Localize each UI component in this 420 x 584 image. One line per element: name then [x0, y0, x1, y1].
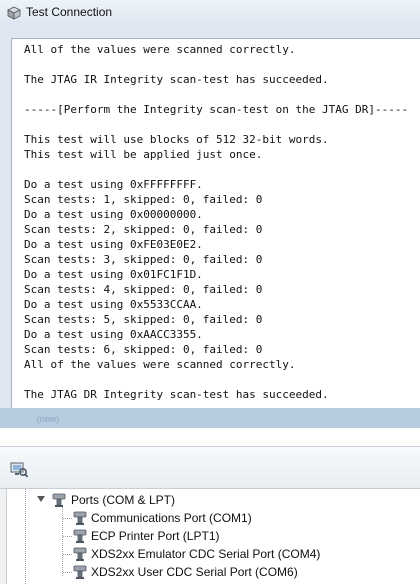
- tree-item-com6[interactable]: XDS2xx User CDC Serial Port (COM6): [7, 563, 347, 581]
- log-line: Scan tests: 1, skipped: 0, failed: 0: [24, 193, 263, 206]
- taskbar-strip: (new): [0, 408, 420, 428]
- log-line: Do a test using 0xFE03E0E2.: [24, 238, 203, 251]
- dialog-title: Test Connection: [26, 5, 113, 19]
- log-line: Scan tests: 2, skipped: 0, failed: 0: [24, 223, 263, 236]
- taskbar-tab[interactable]: (new): [28, 412, 68, 426]
- log-line: Scan tests: 5, skipped: 0, failed: 0: [24, 313, 263, 326]
- tree-item-label: XDS2xx Emulator CDC Serial Port (COM4): [91, 547, 321, 561]
- log-line: Do a test using 0xFFFFFFFF.: [24, 178, 203, 191]
- log-line: -----[Perform the Integrity scan-test on…: [24, 103, 409, 116]
- log-line: All of the values were scanned correctly…: [24, 358, 296, 371]
- tree-item-label: ECP Printer Port (LPT1): [91, 529, 220, 543]
- log-line: The JTAG DR Integrity scan-test has succ…: [24, 388, 329, 401]
- dialog-titlebar[interactable]: Test Connection: [0, 0, 420, 27]
- screen: Test Connection All of the values were s…: [0, 0, 420, 584]
- log-line: Scan tests: 3, skipped: 0, failed: 0: [24, 253, 263, 266]
- device-manager-toolbar: [0, 447, 420, 489]
- log-line: This test will use blocks of 512 32-bit …: [24, 133, 329, 146]
- cube-icon: [7, 6, 21, 20]
- port-connector-icon: [73, 511, 87, 525]
- tree-node-ports[interactable]: Ports (COM & LPT): [7, 491, 307, 509]
- log-line: Scan tests: 4, skipped: 0, failed: 0: [24, 283, 263, 296]
- device-manager-window: (new) Ports (COM & LPT) Communications P…: [0, 408, 420, 584]
- window-band: [0, 428, 420, 446]
- tree-item-lpt1[interactable]: ECP Printer Port (LPT1): [7, 527, 347, 545]
- log-line: The JTAG IR Integrity scan-test has succ…: [24, 73, 329, 86]
- tree-item-label: Communications Port (COM1): [91, 511, 252, 525]
- tree-node-label: Ports (COM & LPT): [71, 493, 176, 507]
- port-connector-icon: [52, 493, 66, 507]
- log-line: Do a test using 0x00000000.: [24, 208, 203, 221]
- tree-item-com4[interactable]: XDS2xx Emulator CDC Serial Port (COM4): [7, 545, 347, 563]
- log-line: Do a test using 0xAACC3355.: [24, 328, 203, 341]
- port-connector-icon: [73, 529, 87, 543]
- test-connection-dialog: Test Connection All of the values were s…: [0, 0, 420, 425]
- log-line: This test will be applied just once.: [24, 148, 263, 161]
- tree-item-com1[interactable]: Communications Port (COM1): [7, 509, 347, 527]
- device-tree: Ports (COM & LPT) Communications Port (C…: [6, 489, 420, 584]
- tree-item-label: XDS2xx User CDC Serial Port (COM6): [91, 565, 298, 579]
- port-connector-icon: [73, 547, 87, 561]
- port-connector-icon: [73, 565, 87, 579]
- log-line: Do a test using 0x01FC1F1D.: [24, 268, 203, 281]
- scan-hardware-icon[interactable]: [10, 462, 28, 478]
- connection-log-output[interactable]: All of the values were scanned correctly…: [11, 38, 420, 408]
- log-line: All of the values were scanned correctly…: [24, 43, 296, 56]
- log-line: Do a test using 0x5533CCAA.: [24, 298, 203, 311]
- chevron-down-icon[interactable]: [37, 496, 45, 502]
- log-line: Scan tests: 6, skipped: 0, failed: 0: [24, 343, 263, 356]
